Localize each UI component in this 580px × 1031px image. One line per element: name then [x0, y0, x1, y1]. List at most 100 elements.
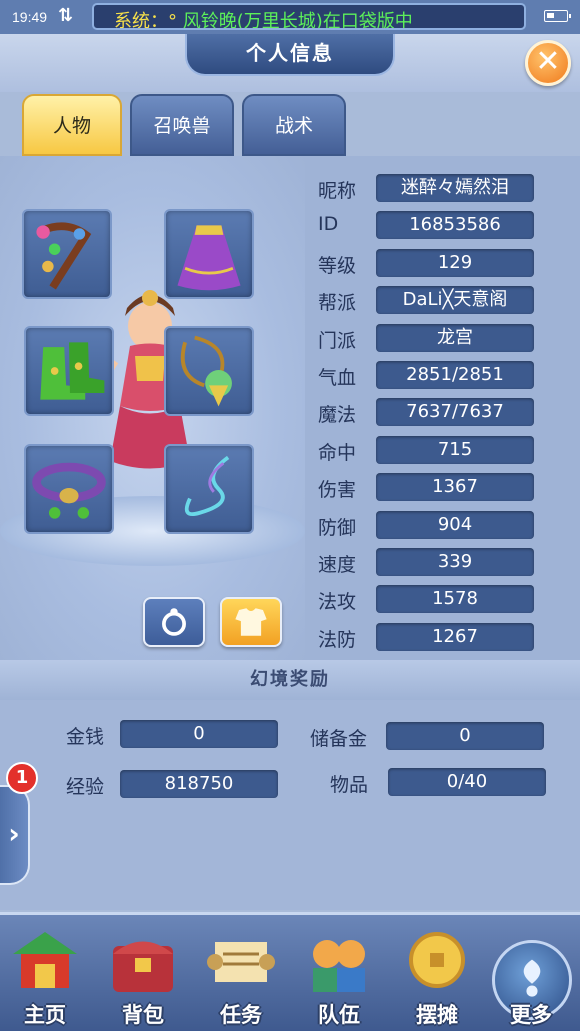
side-expand-tab[interactable]: ›: [0, 785, 30, 885]
stat-label: 门派: [318, 329, 357, 352]
nav-home[interactable]: 主页: [0, 924, 90, 1031]
equip-slot-weapon[interactable]: [164, 444, 254, 534]
nav-stall[interactable]: 摆摊: [392, 924, 482, 1031]
equip-slot-belt[interactable]: [24, 444, 114, 534]
stat-value: 1578: [376, 585, 534, 614]
stat-row-magic-attack: 法攻 1578: [318, 585, 568, 622]
stat-label: ID: [318, 213, 339, 236]
nav-label: 主页: [24, 1003, 66, 1027]
character-display: [0, 156, 305, 661]
stat-value: 1367: [376, 473, 534, 502]
stat-row-magic-defense: 法防 1267: [318, 622, 568, 660]
battery-icon: [544, 10, 571, 22]
stat-label: 命中: [318, 441, 357, 464]
nav-label: 摆摊: [416, 1003, 458, 1027]
nav-more[interactable]: 更多: [486, 924, 576, 1031]
armor-icon: [235, 608, 267, 636]
close-x-icon: ✕: [535, 44, 561, 79]
equip-slot-boots[interactable]: [24, 326, 114, 416]
reward-section: 金钱 0 储备金 0 经验 818750 物品 0/40: [0, 700, 580, 910]
nav-team[interactable]: 队伍: [294, 924, 384, 1031]
stat-value: 7637/7637: [376, 398, 534, 427]
stat-value: 904: [376, 510, 534, 539]
ring-button[interactable]: [143, 597, 205, 647]
stat-label: 帮派: [318, 292, 357, 315]
stat-row-nickname: 昵称 迷醉々嫣然泪: [318, 174, 568, 211]
stat-row-guild: 帮派 DaLi╳天意阁: [318, 286, 568, 323]
stat-value: 16853586: [376, 211, 534, 240]
treasure-chest-icon: [113, 941, 173, 992]
skirt-icon: [177, 225, 241, 291]
ribbon-icon: [184, 455, 230, 517]
stat-row-mp: 魔法 7637/7637: [318, 398, 568, 435]
nav-quest[interactable]: 任务: [196, 924, 286, 1031]
notification-badge: 1: [6, 762, 38, 794]
stat-value: 1267: [376, 622, 534, 651]
nav-label: 任务: [220, 1003, 262, 1027]
equip-slot-armor[interactable]: [164, 209, 254, 299]
stat-label: 伤害: [318, 479, 357, 502]
stat-label: 速度: [318, 553, 357, 576]
stat-row-hp: 气血 2851/2851: [318, 360, 568, 398]
updown-arrows-icon: ⇅: [58, 5, 74, 26]
stat-row-school: 门派 龙宫: [318, 323, 568, 361]
reward-section-title: 幻境奖励: [0, 660, 580, 700]
team-icon: [313, 940, 365, 992]
stat-value: 339: [376, 547, 534, 576]
scroll-icon: [207, 942, 275, 982]
boots-icon: [40, 342, 105, 400]
stat-label: 魔法: [318, 404, 357, 427]
tab-tactics[interactable]: 战术: [242, 94, 346, 156]
header: 个人信息: [0, 34, 580, 92]
flower-crown-icon: [36, 222, 92, 290]
stat-row-speed: 速度 339: [318, 547, 568, 585]
page-title: 个人信息: [185, 34, 395, 76]
stat-row-hit: 命中 715: [318, 435, 568, 473]
stat-label: 昵称: [318, 180, 357, 202]
tab-character[interactable]: 人物: [22, 94, 122, 156]
money-label: 金钱: [66, 726, 105, 748]
marquee-system-label: 系统：°: [114, 11, 177, 30]
items-label: 物品: [330, 774, 369, 796]
character-panel: 昵称 迷醉々嫣然泪 ID 16853586 等级 129 帮派 DaLi╳天意阁…: [0, 156, 580, 661]
items-value: 0/40: [388, 768, 546, 796]
stat-value: DaLi╳天意阁: [376, 286, 534, 315]
chevron-right-icon: ›: [8, 817, 20, 850]
nav-label: 更多: [510, 1003, 552, 1027]
stats-list: 昵称 迷醉々嫣然泪 ID 16853586 等级 129 帮派 DaLi╳天意阁…: [318, 174, 568, 660]
reserve-label: 储备金: [310, 728, 368, 750]
nav-backpack[interactable]: 背包: [98, 924, 188, 1031]
exp-value: 818750: [120, 770, 278, 798]
exp-label: 经验: [66, 776, 105, 798]
stat-row-id: ID 16853586: [318, 211, 568, 248]
system-marquee: 系统：° 风铃晚(万里长城)在口袋版中: [92, 3, 526, 30]
tab-summon-beast[interactable]: 召唤兽: [130, 94, 234, 156]
stat-value: 迷醉々嫣然泪: [376, 174, 534, 202]
stat-row-damage: 伤害 1367: [318, 473, 568, 510]
nav-label: 背包: [122, 1003, 164, 1027]
armor-button[interactable]: [220, 597, 282, 647]
stat-row-defense: 防御 904: [318, 510, 568, 548]
stat-label: 法攻: [318, 591, 357, 614]
equip-slot-helmet[interactable]: [22, 209, 112, 299]
belt-icon: [32, 462, 106, 519]
stat-value: 2851/2851: [376, 360, 534, 389]
necklace-icon: [180, 335, 232, 407]
status-time: 19:49: [12, 9, 48, 25]
money-value: 0: [120, 720, 278, 748]
stat-label: 防御: [318, 516, 357, 539]
stat-value: 129: [376, 248, 534, 277]
equip-slot-necklace[interactable]: [164, 326, 254, 416]
nav-label: 队伍: [318, 1003, 360, 1027]
reserve-value: 0: [386, 722, 544, 750]
stat-label: 气血: [318, 366, 357, 389]
stat-row-level: 等级 129: [318, 248, 568, 286]
stat-label: 等级: [318, 254, 357, 277]
coin-icon: [409, 932, 465, 988]
stat-value: 龙宫: [376, 323, 534, 352]
ring-icon: [162, 608, 186, 636]
stat-label: 法防: [318, 628, 357, 651]
pavilion-icon: [13, 932, 77, 988]
close-button[interactable]: ✕: [525, 40, 571, 86]
stat-value: 715: [376, 435, 534, 464]
